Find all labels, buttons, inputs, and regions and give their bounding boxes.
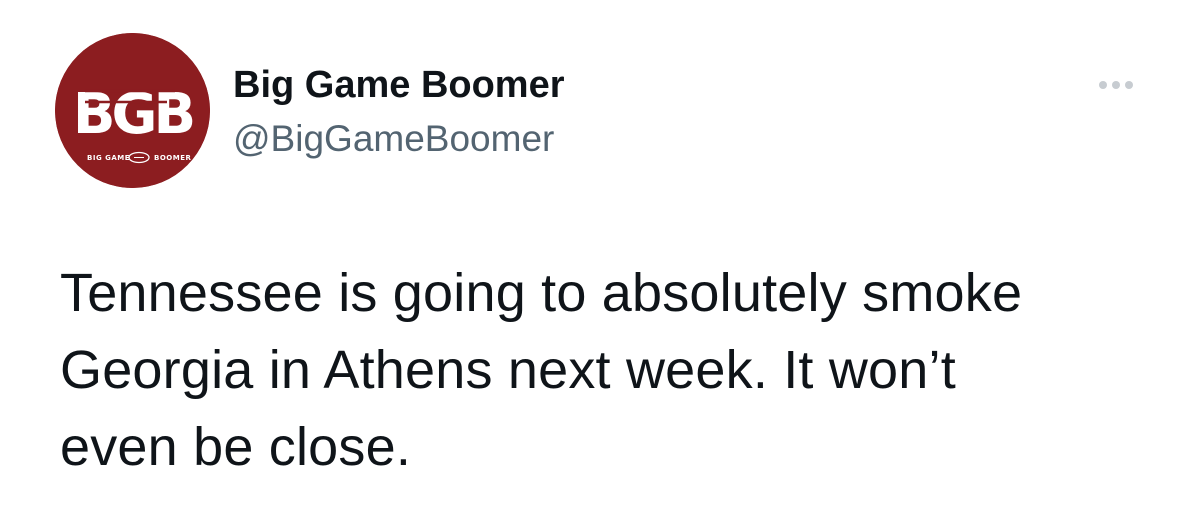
- big-game-boomer-logo: BGB BIG GAME BOOMER: [55, 33, 210, 188]
- more-options-button[interactable]: [1090, 70, 1142, 100]
- user-info: Big Game Boomer @BigGameBoomer: [233, 62, 565, 162]
- tweet-text: Tennessee is going to absolutely smoke G…: [60, 263, 1023, 477]
- logo-right-text: BOOMER: [154, 154, 191, 162]
- tweet-card: BGB BIG GAME BOOMER Big Game Boomer @Big…: [0, 0, 1200, 530]
- avatar[interactable]: BGB BIG GAME BOOMER: [55, 33, 210, 188]
- more-horizontal-icon: [1112, 81, 1120, 89]
- more-horizontal-icon: [1125, 81, 1133, 89]
- author-handle[interactable]: @BigGameBoomer: [233, 116, 565, 162]
- more-horizontal-icon: [1099, 81, 1107, 89]
- logo-left-text: BIG GAME: [87, 154, 130, 162]
- author-display-name[interactable]: Big Game Boomer: [233, 62, 565, 108]
